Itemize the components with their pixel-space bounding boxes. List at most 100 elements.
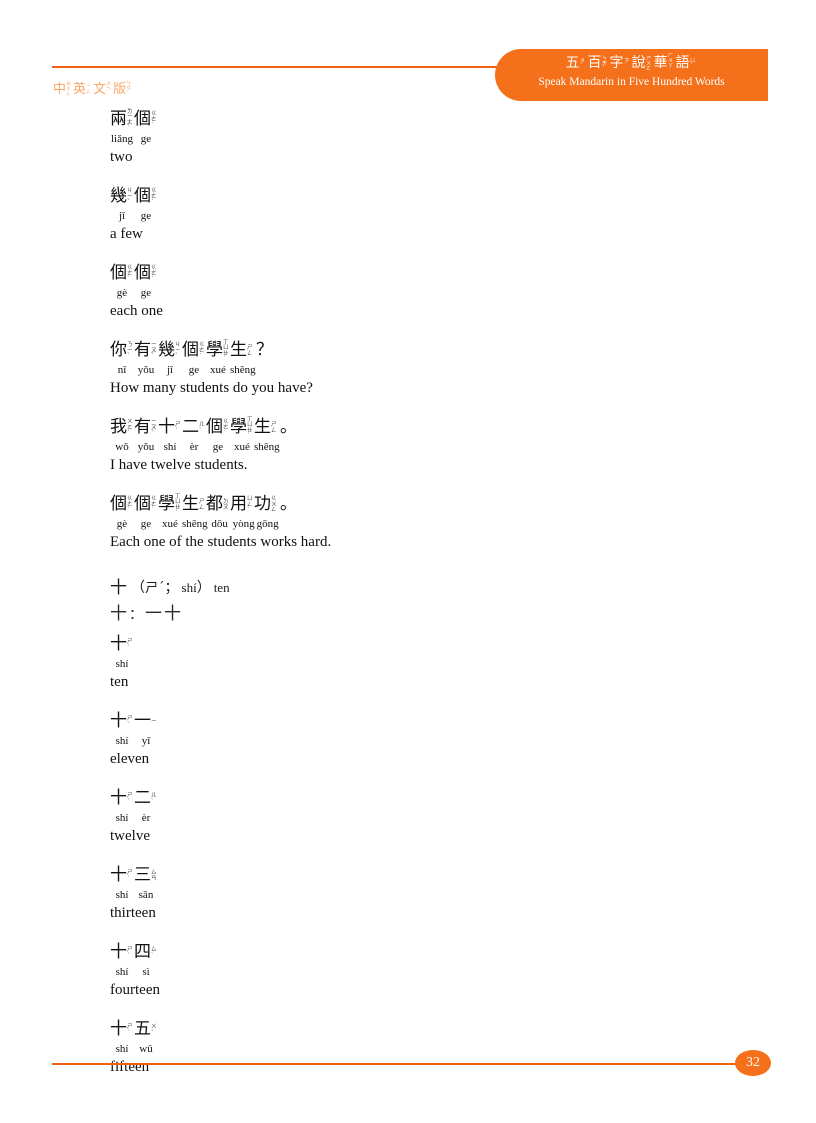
- vocabulary-entry: 十ㄕ ˊ shí ten: [110, 633, 750, 692]
- pinyin-syllable: wǒ: [115, 441, 129, 453]
- chinese-char: 你: [110, 340, 127, 360]
- english-translation: two: [110, 149, 133, 165]
- chinese-line: 我ㄨㄛ ˇ 有ㄧㄡ ˇ 十ㄕ ˊ 二ㄦ ˋ 個ㄍㄜ ˙ 學ㄒㄩㄝ ˊ 生ㄕㄥ。: [110, 416, 750, 439]
- headword-open-paren: （: [131, 581, 145, 596]
- chinese-char: 個: [110, 494, 127, 514]
- bopomofo-annotation: ㄐㄧˇ: [175, 342, 181, 360]
- chinese-char-unit: 功ㄍㄨㄥ: [254, 493, 278, 516]
- bopomofo-annotation: ㄩㄥˋ: [247, 496, 253, 514]
- chinese-char: 我: [110, 417, 127, 437]
- pinyin-syllable: èr: [189, 441, 199, 453]
- bopomofo-annotation: ㄍㄜˋ: [127, 265, 133, 283]
- english-translation: eleven: [110, 751, 150, 767]
- vocabulary-entry: 十ㄕ ˊ 五ㄨ ˇ shí wǔ fifteen: [110, 1018, 750, 1077]
- stroke-order-step: 十: [164, 604, 183, 624]
- chinese-char-unit: 個ㄍㄜˋ: [110, 493, 134, 516]
- edition-char: 中: [53, 82, 67, 97]
- book-title-english: Speak Mandarin in Five Hundred Words: [538, 76, 725, 88]
- chinese-char-unit: 幾ㄐㄧˇ: [158, 339, 182, 362]
- chinese-char-unit: 個ㄍㄜ ˙: [182, 339, 206, 362]
- chinese-char: 功: [254, 494, 271, 514]
- headword-definition-line: 十 （ㄕˊ； shí） ten: [110, 576, 750, 600]
- bopomofo-annotation: ㄕㄥ: [247, 345, 253, 357]
- chinese-char-unit: 十ㄕˊ: [110, 633, 134, 656]
- lesson-content: 兩ㄌㄧㄤ ˇ 個ㄍㄜ ˙ liǎng ge two 幾ㄐㄧ ˇ 個ㄍㄜ ˙ jǐ ge a few 個ㄍㄜ ˋ…: [110, 108, 750, 1095]
- pinyin-syllable: xué: [162, 518, 178, 530]
- chinese-line: 你ㄋㄧ ˇ 有ㄧㄡ ˇ 幾ㄐㄧ ˇ 個ㄍㄜ ˙ 學ㄒㄩㄝ ˊ 生ㄕㄥ？: [110, 339, 750, 362]
- bopomofo-annotation: ㄒㄩㄝˊ: [247, 416, 253, 439]
- bopomofo-annotation: ㄅㄞˇ: [601, 55, 608, 72]
- title-char: 說: [631, 55, 646, 72]
- chinese-char-unit: 五ㄨˇ: [134, 1018, 158, 1041]
- pinyin-syllable: èr: [141, 812, 151, 824]
- chinese-char: 生: [254, 417, 271, 437]
- bopomofo-annotation: ㄅㄢˇ: [126, 81, 132, 97]
- footer-rule: [52, 1063, 748, 1065]
- punctuation: ？: [256, 340, 273, 360]
- headword-block: 十 （ㄕˊ； shí） ten 十：一十: [110, 576, 750, 627]
- chinese-char-unit: 二ㄦˋ: [134, 787, 158, 810]
- vocabulary-entry: 幾ㄐㄧ ˇ 個ㄍㄜ ˙ jǐ ge a few: [110, 185, 750, 244]
- pinyin-syllable: dōu: [211, 518, 228, 530]
- chinese-char-unit: 四ㄙˋ: [134, 941, 158, 964]
- pinyin-line: wǒ yǒu shí èr ge xué shēng: [110, 440, 750, 455]
- pinyin-syllable: shí: [115, 658, 129, 670]
- vocabulary-entry: 兩ㄌㄧㄤ ˇ 個ㄍㄜ ˙ liǎng ge two: [110, 108, 750, 167]
- bopomofo-annotation: ㄍㄜ ˙: [223, 419, 229, 437]
- vocabulary-entry: 你ㄋㄧ ˇ 有ㄧㄡ ˇ 幾ㄐㄧ ˇ 個ㄍㄜ ˙ 學ㄒㄩㄝ ˊ 生ㄕㄥ？ nǐ yǒu jǐ ge xué shē…: [110, 339, 750, 398]
- chinese-char-unit: 個ㄍㄜ ˙: [134, 493, 158, 516]
- chinese-char-unit: 幾ㄐㄧˇ: [110, 185, 134, 208]
- bopomofo-annotation: ㄧㄡˇ: [151, 419, 157, 437]
- pinyin-line: shí yī: [110, 734, 750, 749]
- pinyin-syllable: ge: [188, 364, 200, 376]
- bopomofo-annotation: ㄙㄢ: [151, 870, 157, 882]
- chinese-line: 個ㄍㄜ ˋ 個ㄍㄜ ˙: [110, 262, 750, 285]
- english-translation: fourteen: [110, 982, 160, 998]
- page-number-badge: 32: [735, 1050, 771, 1076]
- chinese-line: 幾ㄐㄧ ˇ 個ㄍㄜ ˙: [110, 185, 750, 208]
- bopomofo-annotation: ㄕˊ: [127, 793, 133, 805]
- pinyin-syllable: shí: [115, 966, 129, 978]
- chinese-char-unit: 用ㄩㄥˋ: [230, 493, 254, 516]
- chinese-char-unit: 學ㄒㄩㄝˊ: [206, 339, 230, 362]
- pinyin-line: shí èr: [110, 811, 750, 826]
- bopomofo-annotation: ㄨㄣˊ: [106, 81, 112, 97]
- headword-bopomofo: ㄕ: [145, 581, 159, 596]
- stroke-order-line: 十：一十: [110, 602, 750, 627]
- bopomofo-annotation: ㄨㄛˇ: [127, 419, 133, 437]
- chinese-char: 十: [110, 865, 127, 885]
- pinyin-syllable: shēng: [230, 364, 256, 376]
- pinyin-syllable: jǐ: [166, 364, 174, 376]
- chinese-char-unit: 一ㄧ: [134, 710, 158, 733]
- bopomofo-annotation: ㄌㄧㄤˇ: [127, 108, 133, 131]
- chinese-char: 個: [134, 263, 151, 283]
- bopomofo-annotation: ㄍㄜˋ: [127, 496, 133, 514]
- bopomofo-annotation: ㄦˋ: [151, 793, 157, 805]
- chinese-char: 十: [110, 942, 127, 962]
- bopomofo-annotation: ㄍㄜ ˙: [151, 188, 157, 206]
- chinese-char: 幾: [158, 340, 175, 360]
- pinyin-line: shí: [110, 657, 750, 672]
- chinese-char-unit: 我ㄨㄛˇ: [110, 416, 134, 439]
- chinese-char-unit: 十ㄕˊ: [110, 710, 134, 733]
- chinese-char: 五: [134, 1019, 151, 1039]
- pinyin-syllable: ge: [212, 441, 224, 453]
- pinyin-line: nǐ yǒu jǐ ge xué shēng: [110, 363, 750, 378]
- chinese-char: 三: [134, 865, 151, 885]
- pinyin-line: shí sì: [110, 965, 750, 980]
- vocabulary-entry: 個ㄍㄜ ˋ 個ㄍㄜ ˙ gè ge each one: [110, 262, 750, 321]
- pinyin-syllable: shēng: [254, 441, 280, 453]
- chinese-char: 十: [110, 1019, 127, 1039]
- pinyin-syllable: shí: [163, 441, 177, 453]
- pinyin-syllable: yòng: [232, 518, 255, 530]
- header-rule: [52, 66, 498, 68]
- bopomofo-annotation: ㄨˇ: [151, 1024, 157, 1036]
- vocabulary-list-top: 兩ㄌㄧㄤ ˇ 個ㄍㄜ ˙ liǎng ge two 幾ㄐㄧ ˇ 個ㄍㄜ ˙ jǐ ge a few 個ㄍㄜ ˋ…: [110, 108, 750, 552]
- chinese-char-unit: 三ㄙㄢ: [134, 864, 158, 887]
- book-title-badge: 五ㄨˇ百ㄅㄞˇ字ㄗˋ說ㄕㄨㄛ華ㄏㄨㄚˊ語ㄩˇ Speak Mandarin in…: [495, 49, 768, 101]
- chinese-line: 十ㄕˊ五ㄨˇ: [110, 1018, 750, 1041]
- pinyin-syllable: yǒu: [137, 364, 155, 376]
- english-translation: thirteen: [110, 905, 156, 921]
- pinyin-syllable: sì: [142, 966, 150, 978]
- chinese-line: 十ㄕˊ二ㄦˋ: [110, 787, 750, 810]
